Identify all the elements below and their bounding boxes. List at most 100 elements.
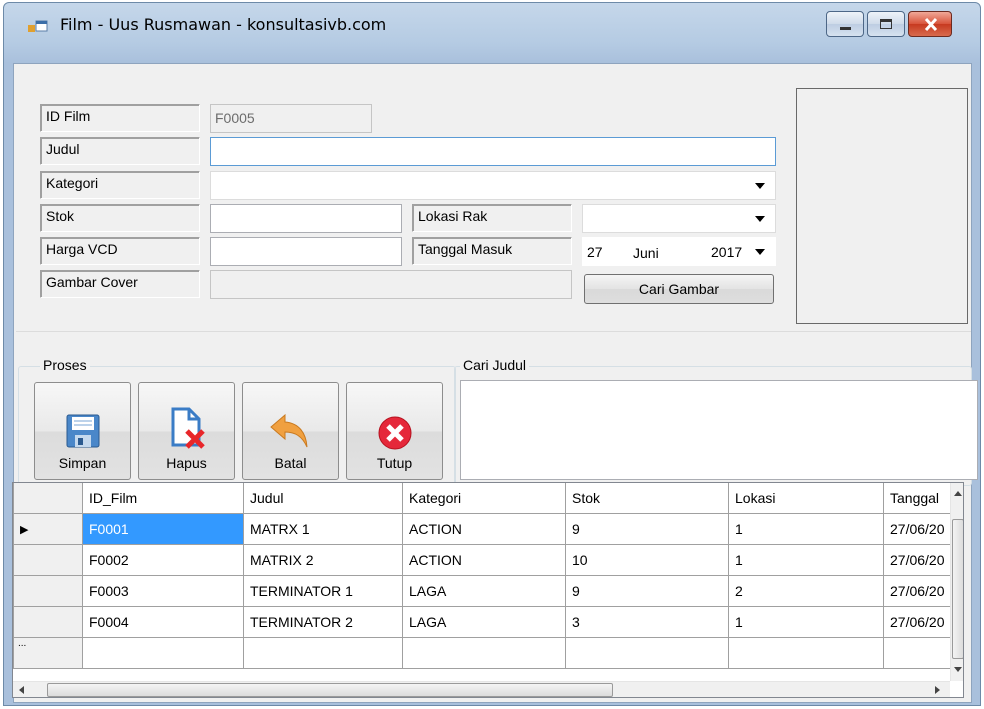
chevron-down-icon[interactable] — [755, 216, 765, 222]
gambar-cover-field[interactable] — [210, 270, 572, 299]
table-cell[interactable]: ACTION — [402, 513, 566, 545]
column-header-tanggal[interactable]: Tanggal — [883, 483, 951, 514]
hapus-button[interactable]: Hapus — [138, 382, 235, 480]
table-cell[interactable]: 10 — [565, 544, 729, 576]
table-cell[interactable]: TERMINATOR 2 — [243, 606, 403, 638]
table-cell[interactable]: 27/06/20 — [883, 606, 951, 638]
column-header-lokasi[interactable]: Lokasi — [728, 483, 884, 514]
chevron-down-icon[interactable] — [755, 183, 765, 189]
title-bar[interactable]: Film - Uus Rusmawan - konsultasivb.com — [4, 3, 980, 65]
table-cell[interactable] — [82, 637, 244, 669]
table-cell[interactable]: F0001 — [82, 513, 244, 545]
scroll-down-icon[interactable] — [954, 667, 962, 672]
table-row[interactable]: F0004 TERMINATOR 2 LAGA 3 1 27/06/20 — [13, 606, 951, 638]
table-cell[interactable]: 27/06/20 — [883, 513, 951, 545]
date-month[interactable]: Juni — [633, 245, 659, 261]
table-cell[interactable]: LAGA — [402, 575, 566, 607]
table-cell[interactable] — [883, 637, 951, 669]
window-title: Film - Uus Rusmawan - konsultasivb.com — [60, 15, 387, 34]
cover-image-box — [796, 88, 968, 324]
table-cell[interactable]: F0003 — [82, 575, 244, 607]
label-tanggal-masuk: Tanggal Masuk — [412, 237, 572, 265]
table-cell[interactable]: TERMINATOR 1 — [243, 575, 403, 607]
maximize-button[interactable] — [867, 11, 905, 37]
cari-judul-input[interactable] — [460, 380, 978, 480]
vertical-scroll-thumb[interactable] — [952, 519, 963, 659]
current-row-indicator[interactable]: ▶ — [13, 513, 83, 545]
date-day[interactable]: 27 — [587, 244, 603, 260]
close-button[interactable] — [908, 11, 952, 37]
kategori-combo[interactable] — [210, 171, 776, 200]
table-cell[interactable]: 1 — [728, 606, 884, 638]
row-header-corner — [13, 483, 83, 514]
table-cell[interactable]: 1 — [728, 513, 884, 545]
judul-field[interactable] — [210, 137, 776, 166]
scroll-up-icon[interactable] — [954, 491, 962, 496]
cari-gambar-button[interactable]: Cari Gambar — [584, 274, 774, 304]
undo-arrow-icon — [270, 413, 308, 448]
tanggal-masuk-picker[interactable]: 27 Juni 2017 — [582, 237, 776, 266]
table-cell[interactable]: 2 — [728, 575, 884, 607]
scroll-right-icon[interactable] — [935, 686, 940, 694]
floppy-disk-icon — [66, 414, 100, 448]
maximize-icon — [880, 19, 892, 29]
minimize-button[interactable] — [826, 11, 864, 37]
chevron-down-icon[interactable] — [755, 249, 765, 255]
table-row[interactable]: ▶ F0001 MATRX 1 ACTION 9 1 27/06/20 — [13, 513, 951, 545]
harga-vcd-field[interactable] — [210, 237, 402, 266]
close-circle-icon — [378, 416, 412, 450]
column-header-kategori[interactable]: Kategori — [402, 483, 566, 514]
row-header[interactable] — [13, 544, 83, 576]
id-film-field[interactable]: F0005 — [210, 104, 372, 133]
table-cell[interactable]: MATRIX 2 — [243, 544, 403, 576]
film-table: ID_Film Judul Kategori Stok Lokasi Tangg… — [13, 483, 951, 669]
table-cell[interactable] — [243, 637, 403, 669]
table-cell[interactable]: 9 — [565, 575, 729, 607]
vertical-scrollbar[interactable] — [950, 483, 963, 681]
scroll-left-icon[interactable] — [19, 686, 24, 694]
batal-button[interactable]: Batal — [242, 382, 339, 480]
hapus-label: Hapus — [166, 455, 207, 471]
delete-document-icon — [171, 407, 205, 449]
table-cell[interactable] — [565, 637, 729, 669]
table-cell[interactable]: 27/06/20 — [883, 575, 951, 607]
table-row[interactable]: F0002 MATRIX 2 ACTION 10 1 27/06/20 — [13, 544, 951, 576]
simpan-button[interactable]: Simpan — [34, 382, 131, 480]
column-header-id-film[interactable]: ID_Film — [82, 483, 244, 514]
table-row[interactable]: F0003 TERMINATOR 1 LAGA 9 2 27/06/20 — [13, 575, 951, 607]
row-header[interactable] — [13, 606, 83, 638]
tutup-label: Tutup — [376, 455, 413, 471]
label-harga-vcd: Harga VCD — [40, 237, 200, 265]
date-year[interactable]: 2017 — [711, 244, 742, 260]
table-cell[interactable]: 9 — [565, 513, 729, 545]
new-row[interactable]: ... — [13, 637, 951, 669]
app-icon — [28, 20, 48, 32]
table-cell[interactable]: LAGA — [402, 606, 566, 638]
table-cell[interactable]: 1 — [728, 544, 884, 576]
table-cell[interactable]: 27/06/20 — [883, 544, 951, 576]
table-cell[interactable]: MATRX 1 — [243, 513, 403, 545]
stok-field[interactable] — [210, 204, 402, 233]
label-lokasi-rak: Lokasi Rak — [412, 204, 572, 232]
cari-judul-title: Cari Judul — [460, 357, 530, 373]
film-data-grid[interactable]: ID_Film Judul Kategori Stok Lokasi Tangg… — [12, 482, 964, 698]
table-cell[interactable]: F0002 — [82, 544, 244, 576]
table-cell[interactable] — [728, 637, 884, 669]
proses-title: Proses — [40, 357, 90, 373]
table-header-row: ID_Film Judul Kategori Stok Lokasi Tangg… — [13, 483, 951, 514]
new-row-indicator[interactable]: ... — [13, 637, 83, 669]
table-cell[interactable] — [402, 637, 566, 669]
table-cell[interactable]: F0004 — [82, 606, 244, 638]
row-header[interactable] — [13, 575, 83, 607]
tutup-button[interactable]: Tutup — [346, 382, 443, 480]
batal-label: Batal — [274, 455, 307, 471]
lokasi-rak-combo[interactable] — [582, 204, 776, 233]
column-header-judul[interactable]: Judul — [243, 483, 403, 514]
label-gambar-cover: Gambar Cover — [40, 270, 200, 298]
close-icon — [924, 18, 938, 31]
column-header-stok[interactable]: Stok — [565, 483, 729, 514]
horizontal-scroll-thumb[interactable] — [47, 683, 613, 697]
horizontal-scrollbar[interactable] — [13, 681, 950, 697]
table-cell[interactable]: 3 — [565, 606, 729, 638]
table-cell[interactable]: ACTION — [402, 544, 566, 576]
